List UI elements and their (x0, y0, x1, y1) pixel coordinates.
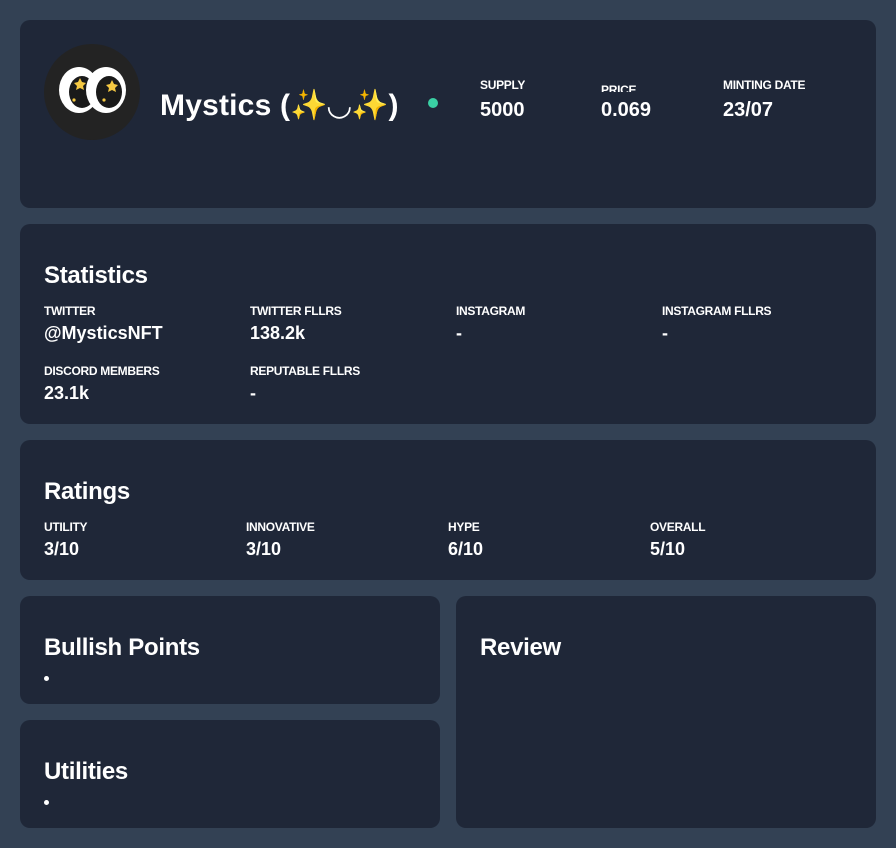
bullet-point (44, 676, 49, 681)
stat-label: TWITTER (44, 304, 96, 318)
supply-stat: SUPPLY 5000 (480, 78, 525, 122)
stat-label: TWITTER FLLRS (250, 304, 342, 318)
rating-utility: UTILITY 3/10 (44, 520, 88, 560)
project-name: Mystics (✨◡✨) (160, 89, 399, 122)
rating-overall: OVERALL 5/10 (650, 520, 706, 560)
minting-date-value: 23/07 (723, 99, 774, 121)
status-dot (428, 98, 438, 108)
stat-value: - (456, 323, 462, 343)
stat-value: 138.2k (250, 323, 306, 343)
statistics-card: Statistics TWITTER @MysticsNFT TWITTER F… (20, 224, 876, 424)
stat-label: INSTAGRAM FLLRS (662, 304, 772, 318)
rating-innovative: INNOVATIVE 3/10 (246, 520, 315, 560)
project-header-card: Mystics (✨◡✨) SUPPLY 5000 PRICE 0.069 MI… (20, 20, 876, 208)
stat-reputable-followers: REPUTABLE FLLRS - (250, 364, 360, 404)
rating-label: UTILITY (44, 520, 88, 534)
stat-value: - (662, 323, 668, 343)
stat-twitter-followers: TWITTER FLLRS 138.2k (250, 304, 342, 344)
utilities-title: Utilities (44, 758, 128, 785)
stat-value: - (250, 383, 256, 403)
bullish-points-card: Bullish Points (20, 596, 440, 704)
utilities-card: Utilities (20, 720, 440, 828)
stat-label: DISCORD MEMBERS (44, 364, 160, 378)
review-title: Review (480, 634, 561, 661)
review-card: Review (456, 596, 876, 828)
bullish-points-title: Bullish Points (44, 634, 200, 661)
ratings-title: Ratings (44, 478, 130, 505)
supply-label: SUPPLY (480, 78, 526, 92)
price-stat: PRICE 0.069 (601, 78, 651, 122)
stat-value: 23.1k (44, 383, 90, 403)
statistics-title: Statistics (44, 262, 148, 289)
rating-hype: HYPE 6/10 (448, 520, 483, 560)
stat-instagram-followers: INSTAGRAM FLLRS - (662, 304, 772, 344)
stat-label: INSTAGRAM (456, 304, 526, 318)
rating-value: 6/10 (448, 539, 484, 559)
stat-discord-members: DISCORD MEMBERS 23.1k (44, 364, 160, 404)
rating-value: 3/10 (246, 539, 282, 559)
bullet-point (44, 800, 49, 805)
rating-label: OVERALL (650, 520, 706, 534)
minting-date-stat: MINTING DATE 23/07 (723, 78, 805, 122)
rating-label: HYPE (448, 520, 480, 534)
price-label: PRICE (601, 83, 637, 92)
rating-value: 5/10 (650, 539, 686, 559)
stat-twitter: TWITTER @MysticsNFT (44, 304, 163, 344)
mystics-eyes-logo-icon (59, 67, 126, 113)
stat-label: REPUTABLE FLLRS (250, 364, 360, 378)
rating-value: 3/10 (44, 539, 80, 559)
minting-date-label: MINTING DATE (723, 78, 806, 92)
project-avatar (44, 44, 140, 140)
ratings-card: Ratings UTILITY 3/10 INNOVATIVE 3/10 HYP… (20, 440, 876, 580)
supply-value: 5000 (480, 99, 525, 121)
stat-value: @MysticsNFT (44, 323, 163, 343)
rating-label: INNOVATIVE (246, 520, 315, 534)
stat-instagram: INSTAGRAM - (456, 304, 525, 344)
price-value: 0.069 (601, 99, 652, 121)
